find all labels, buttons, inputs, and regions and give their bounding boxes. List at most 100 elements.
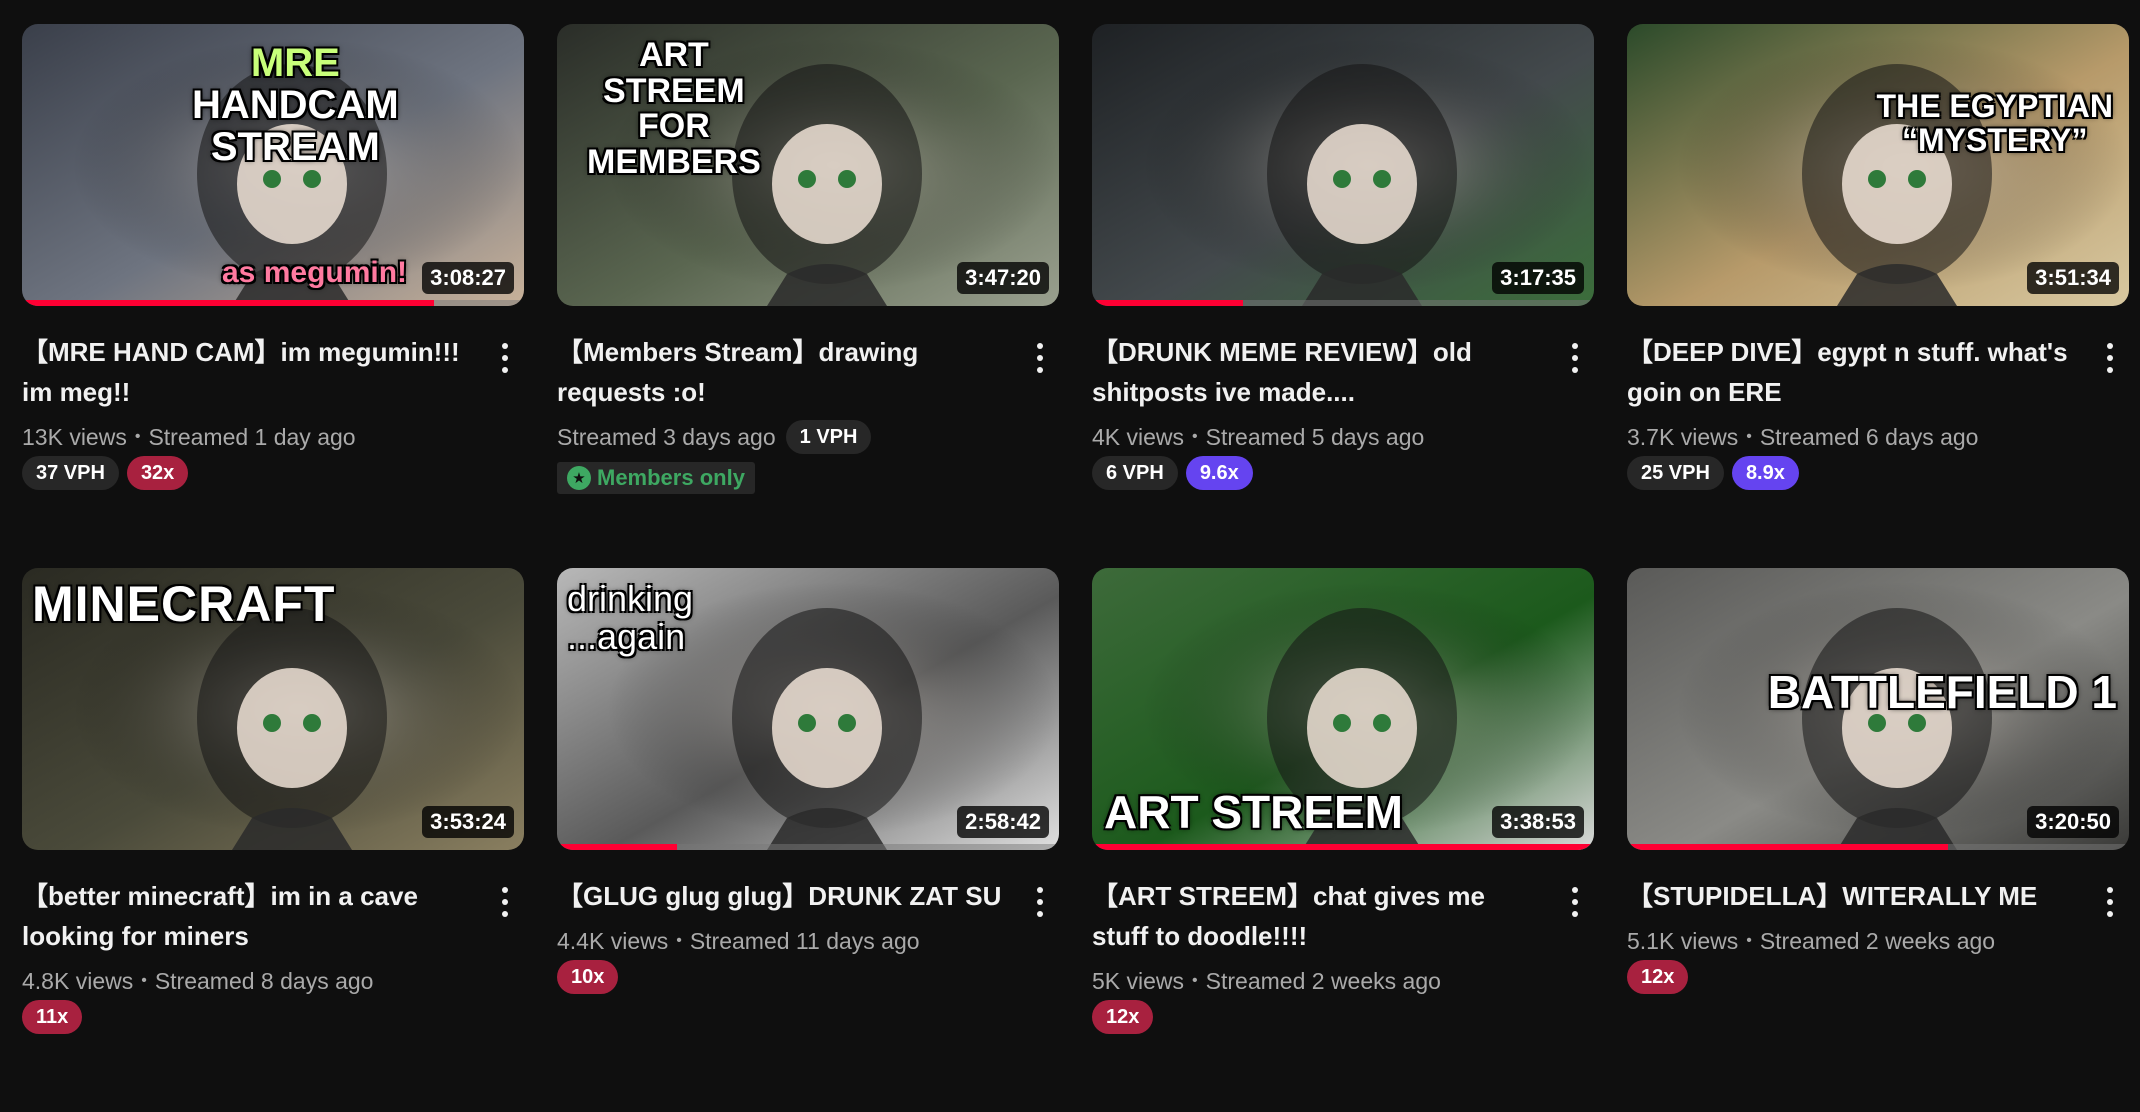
video-title[interactable]: 【GLUG glug glug】DRUNK ZAT SU [557,876,1013,916]
star-icon: ★ [567,466,591,490]
video-duration: 3:47:20 [957,262,1049,294]
outlier-multiplier-badge: 9.6x [1185,456,1253,490]
thumbnail-text-line: HANDCAM [192,83,399,127]
vph-badge: 6 VPH [1092,456,1178,490]
video-card[interactable]: ART STREEM FOR MEMBERS 3:47:20 【Members Str… [557,24,1059,568]
badge-row: 37 VPH 32x [22,456,478,490]
separator-dot: • [141,972,147,989]
video-stats: 3.7K views • Streamed 6 days ago [1627,420,2083,454]
stream-date: Streamed 3 days ago [557,424,776,450]
more-options-icon[interactable] [1025,338,1055,378]
separator-dot: • [1746,428,1752,445]
video-details: 【MRE HAND CAM】im megumin!!! im meg!! 13K… [22,306,524,490]
outlier-multiplier-badge: 12x [1092,1000,1154,1034]
badge-row: 11x [22,1000,478,1034]
outlier-multiplier-badge: 12x [1627,960,1689,994]
video-details: 【ART STREEM】chat gives me stuff to doodl… [1092,850,1594,1034]
video-stats: 5.1K views • Streamed 2 weeks ago [1627,924,2083,958]
video-card[interactable]: 3:17:35 【DRUNK MEME REVIEW】old shitposts… [1092,24,1594,568]
thumbnail-caption: drinking ...again [567,580,693,656]
more-options-icon[interactable] [490,338,520,378]
more-options-icon[interactable] [1025,882,1055,922]
thumbnail-text-line: MEMBERS [587,143,761,182]
video-thumbnail[interactable]: BATTLEFIELD 1 3:20:50 [1627,568,2129,850]
video-thumbnail[interactable]: ART STREEM 3:38:53 [1092,568,1594,850]
more-options-icon[interactable] [490,882,520,922]
vph-badge: 37 VPH [22,456,119,490]
video-thumbnail[interactable]: MINECRAFT 3:53:24 [22,568,524,850]
video-title[interactable]: 【Members Stream】drawing requests :o! [557,332,1013,412]
vph-badge: 25 VPH [1627,456,1724,490]
more-options-icon[interactable] [1560,882,1590,922]
video-card[interactable]: MINECRAFT 3:53:24 【better minecraft】im i… [22,568,524,1112]
thumbnail-text-line: STREEM [603,71,745,110]
separator-dot: • [134,428,141,445]
more-options-icon[interactable] [1560,338,1590,378]
thumbnail-text-line: “MYSTERY” [1902,121,2088,158]
video-details: 【GLUG glug glug】DRUNK ZAT SU 4.4K views •… [557,850,1059,994]
video-duration: 3:38:53 [1492,806,1584,838]
video-duration: 3:08:27 [422,262,514,294]
thumbnail-text-line: BATTLEFIELD 1 [1767,666,2117,718]
more-options-icon[interactable] [2095,882,2125,922]
video-thumbnail[interactable]: 3:17:35 [1092,24,1594,306]
thumbnail-subcaption: as megumin! [222,255,408,289]
video-card[interactable]: THE EGYPTIAN “MYSTERY” 3:51:34 【DEEP DIVE… [1627,24,2129,568]
badge-row: 12x [1627,960,2083,994]
video-title[interactable]: 【STUPIDELLA】WITERALLY ME [1627,876,2083,916]
thumbnail-text-line: MINECRAFT [32,576,336,632]
thumbnail-text-line: ART STREEM [1104,785,1403,838]
vph-badge: 1 VPH [785,420,872,454]
video-grid: MRE HANDCAM STREAM as megumin! 3:08:27 【MR… [22,24,2129,1112]
thumbnail-text-line: drinking [567,578,694,619]
video-title[interactable]: 【MRE HAND CAM】im megumin!!! im meg!! [22,332,478,412]
badge-row: 6 VPH 9.6x [1092,456,1548,490]
separator-dot: • [676,932,682,949]
thumbnail-caption: THE EGYPTIAN “MYSTERY” [1877,89,2113,158]
video-title[interactable]: 【DRUNK MEME REVIEW】old shitposts ive mad… [1092,332,1548,412]
video-details: 【DEEP DIVE】egypt n stuff. what's goin on… [1627,306,2129,490]
badge-row: 12x [1092,1000,1548,1034]
video-thumbnail[interactable]: THE EGYPTIAN “MYSTERY” 3:51:34 [1627,24,2129,306]
stream-date: Streamed 8 days ago [154,968,374,994]
video-thumbnail[interactable]: MRE HANDCAM STREAM as megumin! 3:08:27 [22,24,524,306]
stream-date: Streamed 6 days ago [1759,424,1979,450]
video-details: 【Members Stream】drawing requests :o! Str… [557,306,1059,494]
thumbnail-caption: MINECRAFT [32,578,335,631]
video-card[interactable]: drinking ...again 2:58:42 【GLUG glug glug… [557,568,1059,1112]
video-card[interactable]: ART STREEM 3:38:53 【ART STREEM】chat give… [1092,568,1594,1112]
video-stats: 4.4K views • Streamed 11 days ago [557,924,1013,958]
badge-row: 25 VPH 8.9x [1627,456,2083,490]
stream-date: Streamed 2 weeks ago [1205,968,1441,994]
video-card[interactable]: MRE HANDCAM STREAM as megumin! 3:08:27 【MR… [22,24,524,568]
members-only-badge: ★ Members only [557,462,755,494]
view-count: 13K views [22,424,127,450]
video-thumbnail[interactable]: ART STREEM FOR MEMBERS 3:47:20 [557,24,1059,306]
badge-row: 10x [557,960,1013,994]
video-stats: Streamed 3 days ago 1 VPH [557,420,1013,454]
video-card[interactable]: BATTLEFIELD 1 3:20:50 【STUPIDELLA】WITERA… [1627,568,2129,1112]
view-count: 4K views [1092,424,1185,450]
members-only-label: Members only [597,465,745,490]
stream-date: Streamed 11 days ago [689,928,920,954]
video-title[interactable]: 【better minecraft】im in a cave looking f… [22,876,478,956]
video-title[interactable]: 【ART STREEM】chat gives me stuff to doodl… [1092,876,1548,956]
view-count: 4.4K views [557,928,669,954]
video-details: 【better minecraft】im in a cave looking f… [22,850,524,1034]
thumbnail-caption: ART STREEM FOR MEMBERS [587,37,761,182]
video-duration: 2:58:42 [957,806,1049,838]
outlier-multiplier-badge: 11x [22,1000,83,1034]
outlier-multiplier-badge: 32x [126,456,189,490]
video-duration: 3:17:35 [1492,262,1584,294]
video-stats: 5K views • Streamed 2 weeks ago [1092,964,1548,998]
view-count: 5K views [1092,968,1185,994]
outlier-multiplier-badge: 10x [557,960,619,994]
video-thumbnail[interactable]: drinking ...again 2:58:42 [557,568,1059,850]
video-stats: 4.8K views • Streamed 8 days ago [22,964,478,998]
stream-date: Streamed 5 days ago [1205,424,1425,450]
video-stats: 13K views • Streamed 1 day ago [22,420,478,454]
more-options-icon[interactable] [2095,338,2125,378]
video-title[interactable]: 【DEEP DIVE】egypt n stuff. what's goin on… [1627,332,2083,412]
outlier-multiplier-badge: 8.9x [1731,456,1799,490]
video-details: 【STUPIDELLA】WITERALLY ME 5.1K views • Stre… [1627,850,2129,994]
